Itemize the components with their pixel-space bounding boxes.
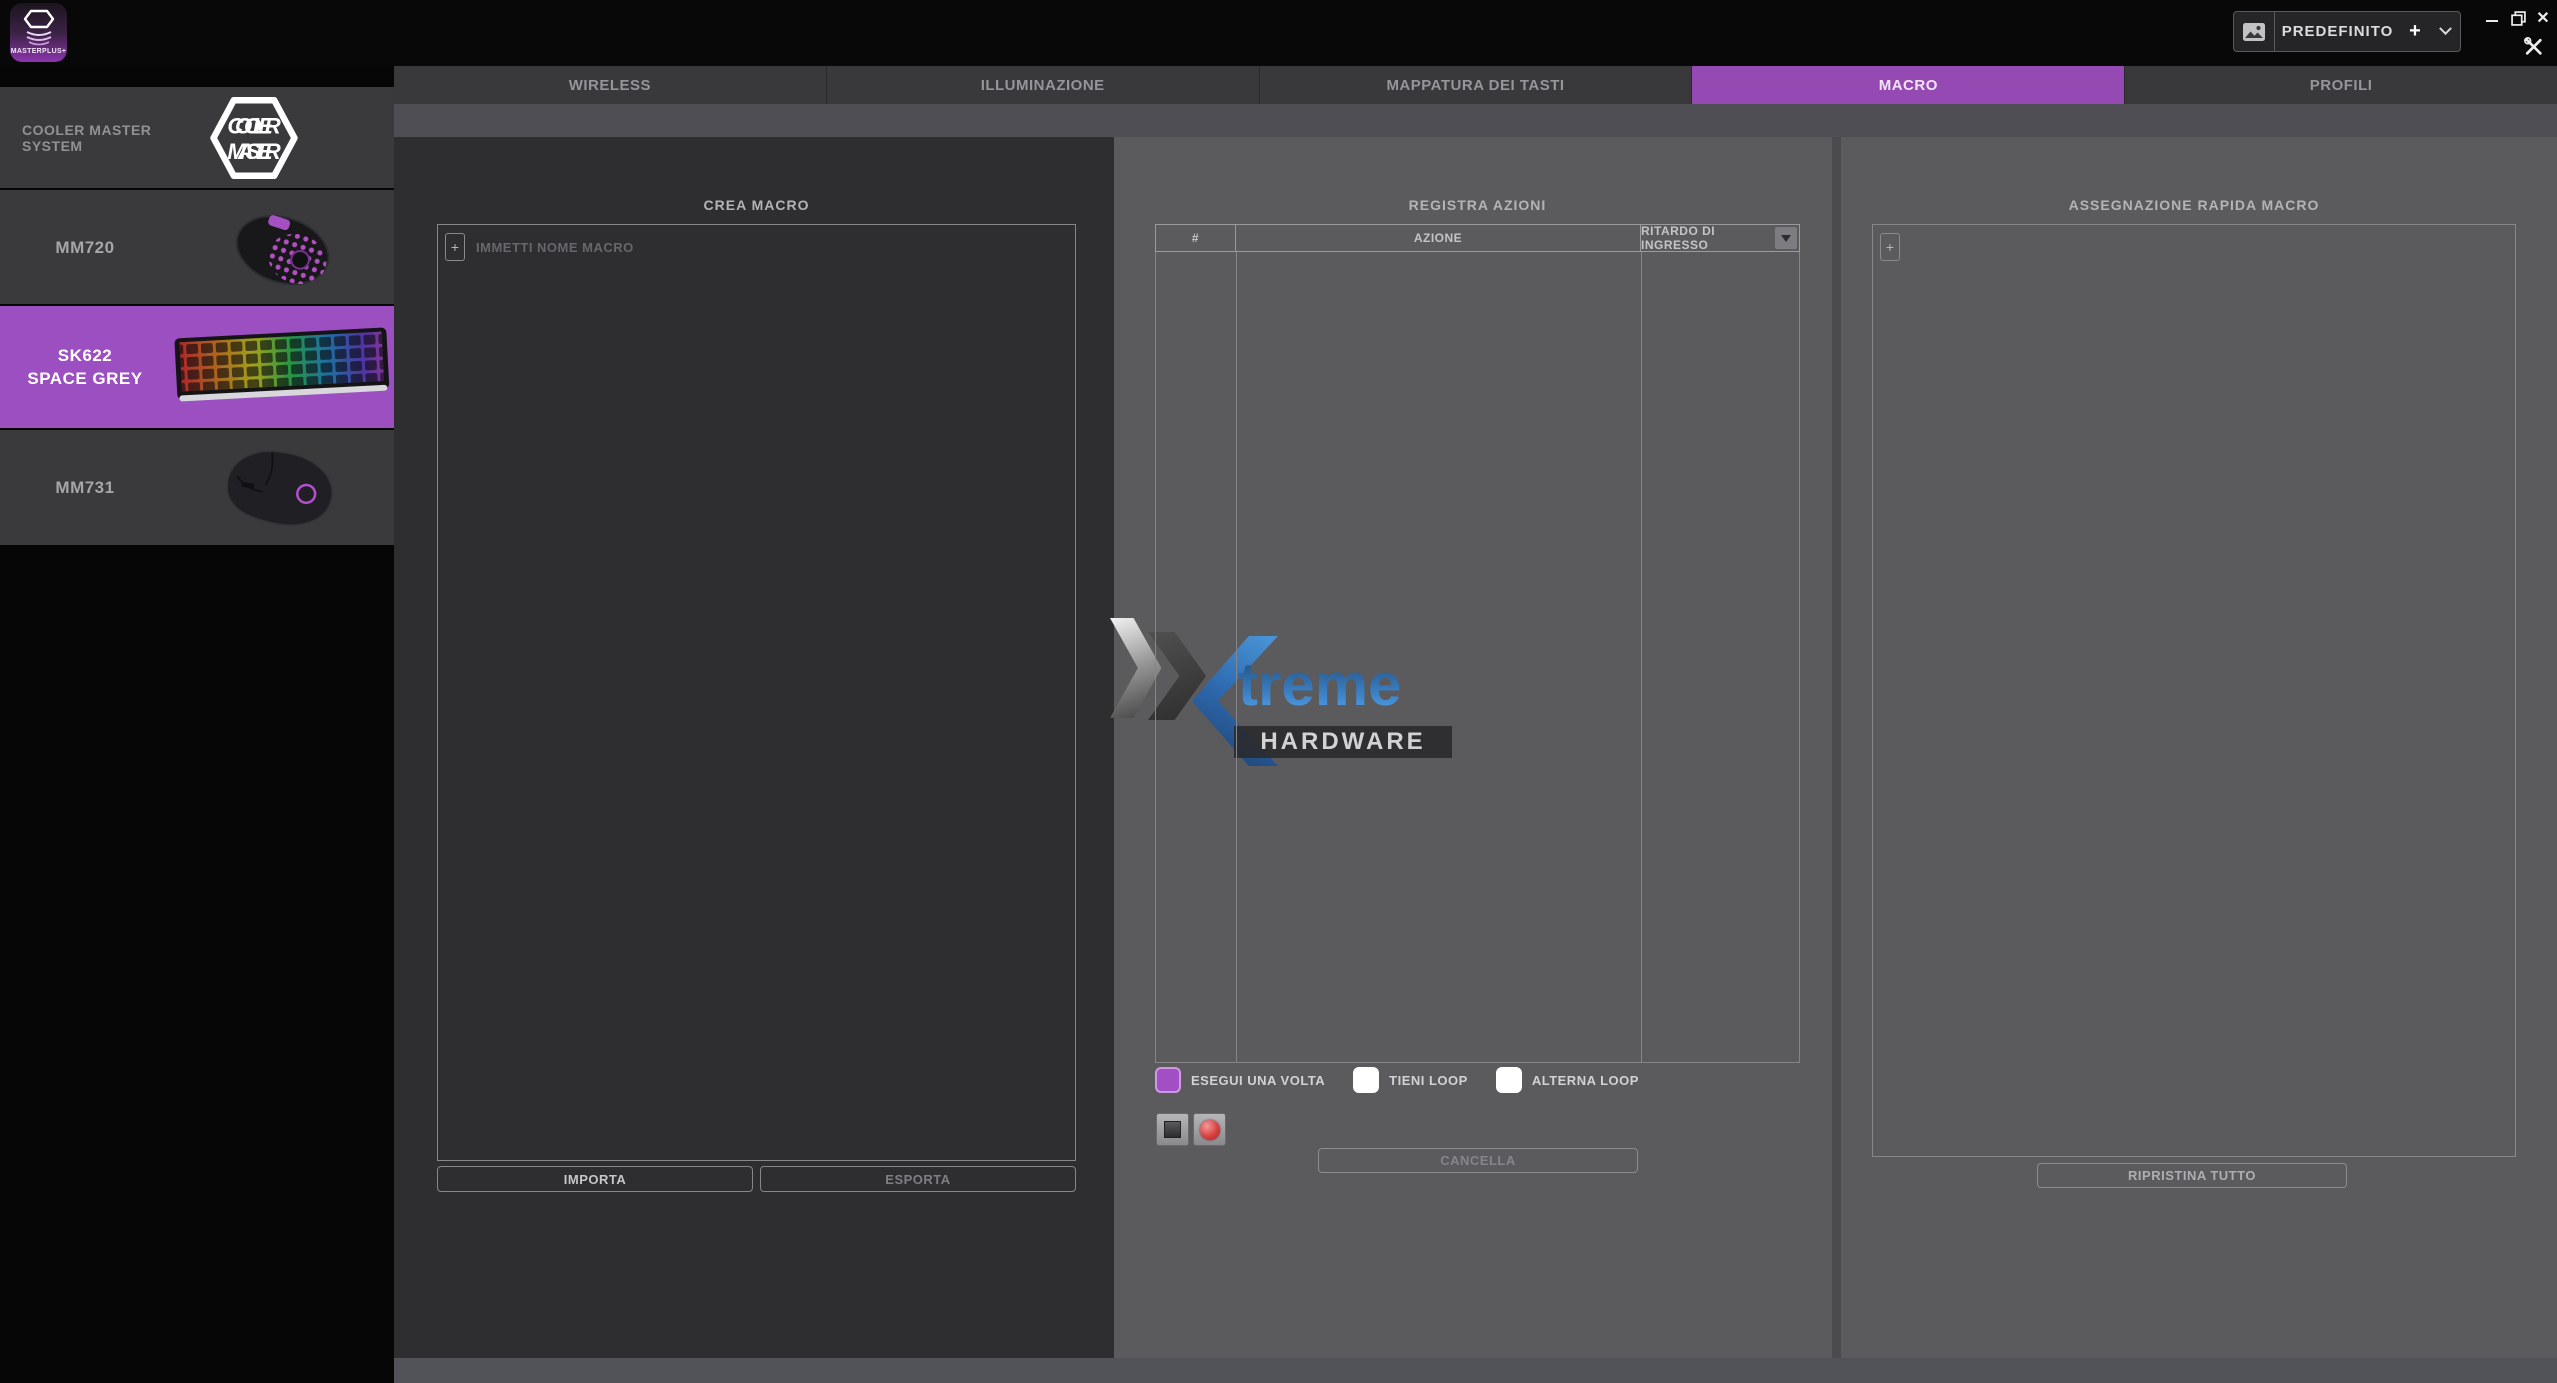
quick-assign-title: ASSEGNAZIONE RAPIDA MACRO: [1872, 197, 2516, 215]
column-index: #: [1156, 225, 1236, 251]
main-tabbar: WIRELESS ILLUMINAZIONE MAPPATURA DEI TAS…: [394, 66, 2557, 104]
tools-icon: [2523, 36, 2544, 57]
record-icon: [1200, 1120, 1220, 1140]
add-quick-assign-button[interactable]: +: [1880, 233, 1900, 261]
actions-table-header: # AZIONE RITARDO DI INGRESSO: [1155, 224, 1800, 252]
device-sidebar: COOLER MASTER SYSTEM COOLER MASTER MM720: [0, 66, 394, 1383]
table-column-line: [1641, 252, 1642, 1063]
checkbox-alterna-loop[interactable]: [1496, 1067, 1522, 1093]
system-name-label: COOLER MASTER SYSTEM: [22, 122, 192, 154]
option-label: TIENI LOOP: [1389, 1073, 1468, 1088]
quick-assign-box: +: [1872, 224, 2516, 1157]
actions-table-body: [1155, 252, 1800, 1063]
mm720-device-image: [170, 193, 394, 301]
picture-icon: [2242, 22, 2266, 42]
device-item-mm720[interactable]: MM720: [0, 190, 394, 304]
export-button[interactable]: ESPORTA: [760, 1166, 1076, 1192]
tab-macro[interactable]: MACRO: [1692, 66, 2125, 104]
option-label: ALTERNA LOOP: [1532, 1073, 1639, 1088]
minimize-icon: [2486, 20, 2498, 22]
column-delay: RITARDO DI INGRESSO: [1641, 225, 1799, 251]
chevron-down-icon: [2439, 22, 2452, 35]
tools-button[interactable]: [2521, 34, 2545, 58]
loop-options-row: ESEGUI UNA VOLTA TIENI LOOP ALTERNA LOOP: [1155, 1066, 1667, 1094]
device-item-sk622[interactable]: SK622 SPACE GREY: [0, 306, 394, 428]
triangle-down-icon: [1781, 235, 1791, 242]
panel-divider: [1832, 137, 1841, 1358]
cooler-master-logo: COOLER MASTER: [208, 92, 300, 184]
device-name: MM720: [0, 236, 170, 259]
column-delay-label: RITARDO DI INGRESSO: [1641, 224, 1773, 252]
close-button[interactable]: ✕: [2533, 8, 2553, 28]
mm731-device-image: [170, 441, 394, 535]
app-name-label: MASTERPLUS+: [11, 48, 67, 55]
checkbox-tieni-loop[interactable]: [1353, 1067, 1379, 1093]
reset-all-button[interactable]: RIPRISTINA TUTTO: [2037, 1163, 2347, 1188]
device-item-mm731[interactable]: MM731: [0, 430, 394, 545]
svg-text:MASTER: MASTER: [227, 139, 280, 164]
restore-icon: [2511, 11, 2526, 26]
macro-list-box: +: [437, 224, 1076, 1161]
masterplus-logo-icon: [19, 7, 59, 47]
record-actions-title: REGISTRA AZIONI: [1155, 197, 1800, 215]
title-bar: MASTERPLUS+ PREDEFINITO + ✕: [0, 0, 2557, 66]
device-name: MM731: [0, 476, 170, 499]
tab-profili[interactable]: PROFILI: [2125, 66, 2557, 104]
device-name: SK622 SPACE GREY: [0, 344, 170, 390]
masterplus-window: MASTERPLUS+ PREDEFINITO + ✕: [0, 0, 2557, 1383]
tab-mappatura-dei-tasti[interactable]: MAPPATURA DEI TASTI: [1260, 66, 1693, 104]
column-action: AZIONE: [1236, 225, 1641, 251]
import-button[interactable]: IMPORTA: [437, 1166, 753, 1192]
tab-illuminazione[interactable]: ILLUMINAZIONE: [827, 66, 1260, 104]
macro-name-input[interactable]: [476, 233, 1036, 261]
create-macro-title: CREA MACRO: [437, 197, 1076, 215]
add-macro-button[interactable]: +: [445, 233, 465, 261]
stop-button[interactable]: [1156, 1113, 1189, 1146]
bottom-strip: [394, 1358, 2557, 1383]
macro-page: treme HARDWARE CREA MACRO + IMPORTA ESPO…: [394, 137, 2557, 1358]
sub-header-band: [394, 104, 2557, 137]
minimize-button[interactable]: [2482, 8, 2502, 28]
stop-icon: [1164, 1121, 1181, 1138]
delay-dropdown-button[interactable]: [1775, 227, 1797, 249]
add-profile-button[interactable]: +: [2400, 12, 2430, 51]
record-button[interactable]: [1193, 1113, 1226, 1146]
svg-text:COOLER: COOLER: [227, 113, 280, 138]
checkbox-esegui-una-volta[interactable]: [1155, 1067, 1181, 1093]
cancel-button[interactable]: CANCELLA: [1318, 1148, 1638, 1173]
option-label: ESEGUI UNA VOLTA: [1191, 1073, 1325, 1088]
profile-selector[interactable]: PREDEFINITO +: [2233, 11, 2461, 52]
masterplus-app-icon: MASTERPLUS+: [10, 3, 67, 62]
table-column-line: [1236, 252, 1237, 1063]
active-profile-name: PREDEFINITO: [2275, 12, 2400, 51]
profile-image-button[interactable]: [2234, 12, 2275, 51]
profile-chevron-button[interactable]: [2430, 12, 2460, 51]
restore-button[interactable]: [2508, 8, 2528, 28]
sk622-device-image: [170, 323, 394, 411]
sidebar-header: COOLER MASTER SYSTEM COOLER MASTER: [0, 87, 394, 188]
tab-wireless[interactable]: WIRELESS: [394, 66, 827, 104]
